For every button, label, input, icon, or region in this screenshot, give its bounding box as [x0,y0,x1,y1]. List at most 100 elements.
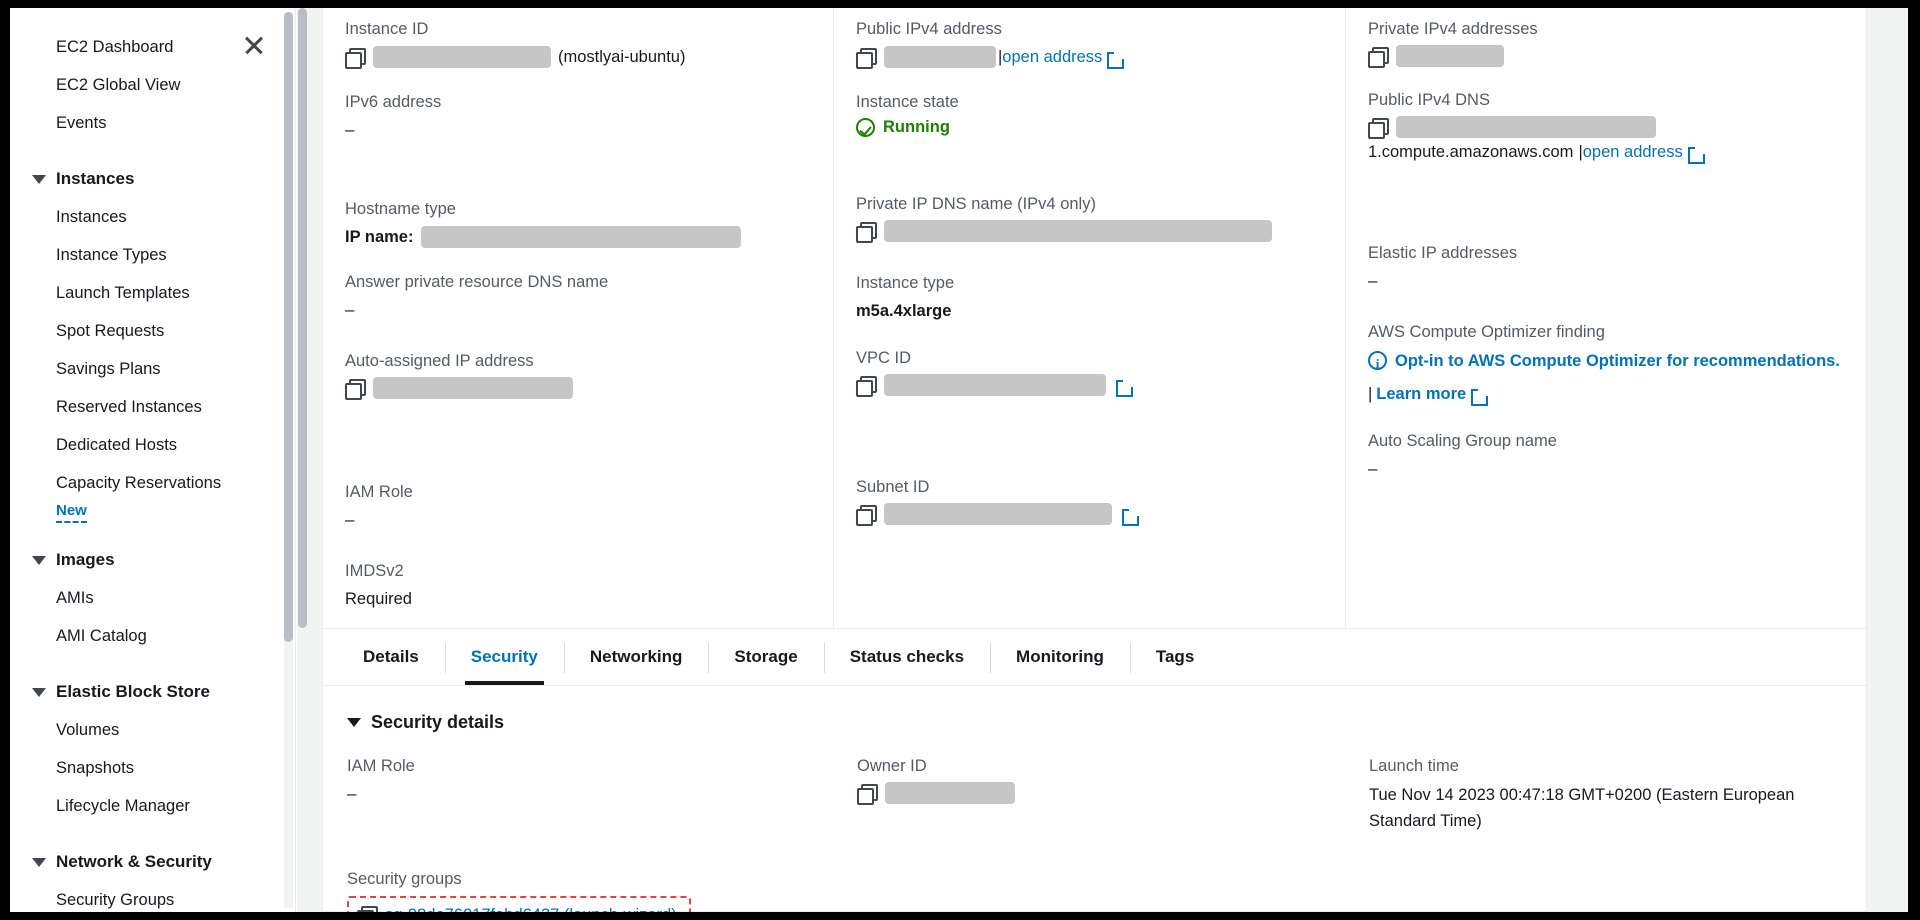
sidebar-item-spot-requests[interactable]: Spot Requests [10,312,295,350]
copy-icon[interactable] [856,222,875,241]
tab-monitoring[interactable]: Monitoring [990,629,1130,685]
open-address-link[interactable]: open address [1002,45,1102,69]
tab-networking[interactable]: Networking [564,629,709,685]
field-value: – [345,118,811,142]
sidebar-item-instance-types[interactable]: Instance Types [10,236,295,274]
sidebar-item-capacity-reservations[interactable]: Capacity Reservations [10,464,295,502]
field-label: Auto-assigned IP address [345,350,811,372]
external-link-icon[interactable] [1122,506,1139,523]
window-frame-right [1908,0,1920,920]
sidebar-item-instances[interactable]: Instances [10,198,295,236]
main-area: Instance ID (mostlyai-ubuntu) IPv6 addre… [297,8,1908,912]
public-dns-suffix: 1.compute.amazonaws.com [1368,140,1573,164]
field-value [856,503,1323,525]
tab-status-checks[interactable]: Status checks [824,629,990,685]
chevron-down-icon [32,556,46,565]
copy-icon[interactable] [1368,47,1387,66]
tab-label: Storage [734,647,797,667]
sidebar-item-ec2-global-view[interactable]: EC2 Global View [10,66,295,104]
tab-security[interactable]: Security [445,629,564,685]
external-link-icon[interactable] [1116,377,1133,394]
field-label: Auto Scaling Group name [1368,430,1844,452]
copy-icon[interactable] [856,505,875,524]
field-public-ipv4-address: Public IPv4 address | open address [856,18,1323,69]
field-iam-role-overview: IAM Role – [345,481,811,532]
sidebar-group-instances[interactable]: Instances [10,160,295,198]
learn-more-link[interactable]: Learn more [1376,382,1466,406]
field-label: Instance ID [345,18,811,40]
tab-tags[interactable]: Tags [1130,629,1220,685]
field-subnet-id: Subnet ID [856,476,1323,525]
copy-icon[interactable] [857,784,876,803]
sidebar-item-reserved-instances[interactable]: Reserved Instances [10,388,295,426]
tab-label: Status checks [850,647,964,667]
sidebar-item-label: Reserved Instances [56,398,202,417]
security-column-2: Owner ID [833,755,1345,912]
field-private-ip-dns-name: Private IP DNS name (IPv4 only) [856,193,1323,242]
sidebar-item-security-groups[interactable]: Security Groups [10,881,295,912]
sidebar-scrollbar-thumb[interactable] [284,12,293,642]
sidebar-group-elastic-block-store[interactable]: Elastic Block Store [10,673,295,711]
window-frame-bottom [0,912,1920,920]
tab-label: Networking [590,647,683,667]
ec2-sidebar: EC2 Dashboard EC2 Global View Events Ins… [10,8,296,912]
sidebar-group-label: Instances [56,169,134,189]
open-address-link[interactable]: open address [1583,140,1683,164]
security-group-link[interactable]: sg-08de76017fabd6437 (launch-wizard) [385,903,677,912]
sidebar-item-volumes[interactable]: Volumes [10,711,295,749]
tab-label: Security [471,647,538,667]
security-details-section: Security details IAM Role – Security gro… [323,686,1866,912]
security-columns: IAM Role – Security groups sg-08de76017f… [323,755,1866,912]
sidebar-item-snapshots[interactable]: Snapshots [10,749,295,787]
security-details-header[interactable]: Security details [323,712,1866,733]
sidebar-item-ami-catalog[interactable]: AMI Catalog [10,617,295,655]
copy-icon[interactable] [856,48,875,67]
redacted-value [1396,116,1656,138]
sidebar-item-ec2-dashboard[interactable]: EC2 Dashboard [10,28,295,66]
field-value [856,220,1323,242]
sidebar-item-label: Dedicated Hosts [56,436,177,455]
field-label: IAM Role [347,755,809,777]
field-value: – [1368,457,1844,481]
copy-icon[interactable] [345,48,364,67]
field-security-groups: Security groups sg-08de76017fabd6437 (la… [347,868,809,912]
field-label: Owner ID [857,755,1321,777]
field-instance-id: Instance ID (mostlyai-ubuntu) [345,18,811,69]
field-label: Elastic IP addresses [1368,242,1844,264]
tab-storage[interactable]: Storage [708,629,823,685]
new-badge[interactable]: New [56,502,87,523]
sidebar-item-events[interactable]: Events [10,104,295,142]
chevron-down-icon [32,175,46,184]
copy-icon[interactable] [345,379,364,398]
sidebar-item-label: Snapshots [56,759,134,778]
field-label: Subnet ID [856,476,1323,498]
compute-optimizer-optin-link[interactable]: Opt-in to AWS Compute Optimizer for reco… [1395,352,1840,370]
main-scrollbar-thumb[interactable] [298,8,307,628]
redacted-value [884,220,1272,242]
field-label: IMDSv2 [345,560,811,582]
field-value [1368,116,1844,138]
field-value: m5a.4xlarge [856,299,1323,323]
field-label: Security groups [347,868,809,890]
sidebar-item-dedicated-hosts[interactable]: Dedicated Hosts [10,426,295,464]
chevron-down-icon [32,688,46,697]
redacted-value [884,503,1112,525]
sidebar-group-images[interactable]: Images [10,541,295,579]
field-value: Tue Nov 14 2023 00:47:18 GMT+0200 (Easte… [1369,782,1842,834]
copy-icon[interactable] [856,376,875,395]
sidebar-item-launch-templates[interactable]: Launch Templates [10,274,295,312]
field-elastic-ip-addresses: Elastic IP addresses – [1368,242,1844,293]
chevron-down-icon [32,858,46,867]
field-value [345,377,811,399]
security-column-3: Launch time Tue Nov 14 2023 00:47:18 GMT… [1345,755,1866,912]
sidebar-item-label: Events [56,114,106,133]
field-label: IPv6 address [345,91,811,113]
tab-details[interactable]: Details [337,629,445,685]
sidebar-item-amis[interactable]: AMIs [10,579,295,617]
info-icon [1368,351,1387,370]
sidebar-group-network-security[interactable]: Network & Security [10,843,295,881]
copy-icon[interactable] [1368,118,1387,137]
sidebar-item-lifecycle-manager[interactable]: Lifecycle Manager [10,787,295,825]
screenshot-root: EC2 Dashboard EC2 Global View Events Ins… [0,0,1920,920]
sidebar-item-savings-plans[interactable]: Savings Plans [10,350,295,388]
